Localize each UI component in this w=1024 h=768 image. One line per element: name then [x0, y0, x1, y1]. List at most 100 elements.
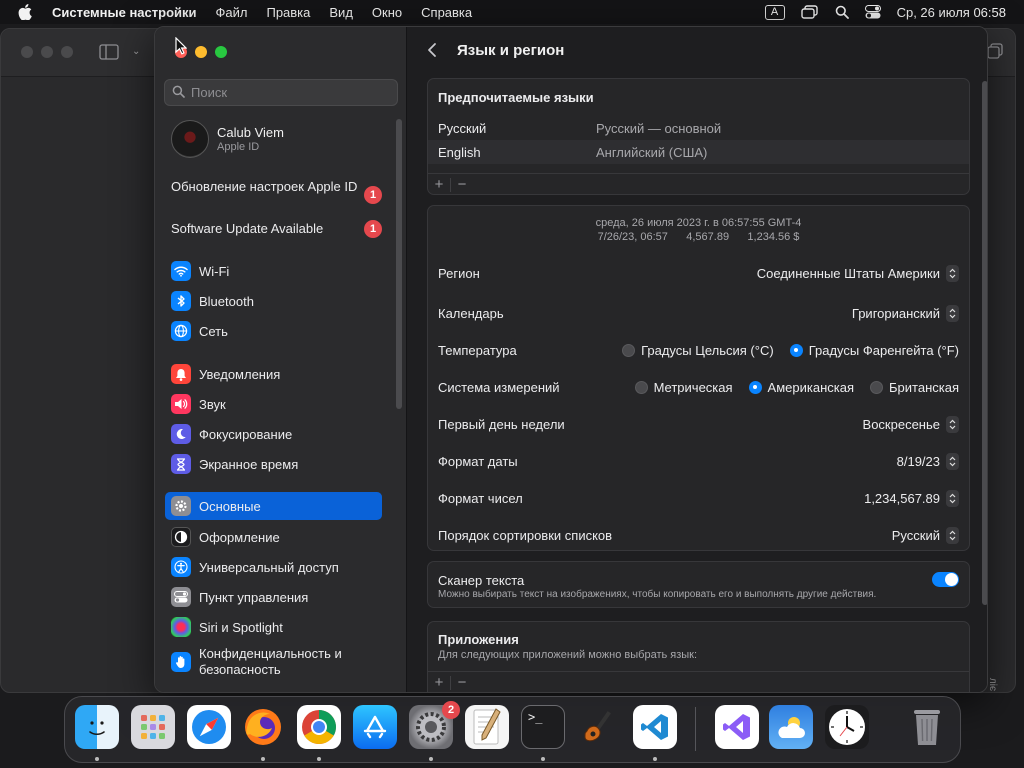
garageband-icon[interactable] [577, 705, 621, 749]
format-preview-numbers: 7/26/23, 06:57 4,567.89 1,234.56 $ [597, 231, 800, 243]
live-text-title: Сканер текста [438, 573, 525, 588]
search-icon [172, 85, 185, 101]
app-store-icon[interactable] [353, 705, 397, 749]
software-update-notice[interactable]: Software Update Available [171, 221, 391, 237]
visual-studio-icon[interactable] [715, 705, 759, 749]
input-source-indicator[interactable]: A [764, 4, 785, 20]
sidebar-item-appearance[interactable]: Оформление [165, 523, 382, 551]
background-window-traffic-lights[interactable] [21, 46, 73, 58]
page-title: Язык и регион [457, 42, 565, 59]
appearance-icon [171, 527, 191, 547]
hourglass-icon [171, 454, 191, 474]
content-scrollbar[interactable] [982, 81, 987, 605]
sidebar-item-privacy-security[interactable]: Конфиденциальность и безопасность [165, 645, 382, 679]
safari-icon[interactable] [187, 705, 231, 749]
spotlight-search-icon[interactable] [835, 5, 849, 19]
menu-file[interactable]: Файл [216, 5, 248, 20]
sidebar-item-network[interactable]: Сеть [165, 317, 382, 345]
metric-radio[interactable]: Метрическая [634, 379, 733, 395]
window-stack-icon[interactable] [800, 5, 819, 19]
sidebar-scrollbar[interactable] [396, 119, 402, 409]
first-day-popup[interactable]: Воскресенье [863, 415, 959, 433]
firefox-icon[interactable] [241, 705, 285, 749]
terminal-icon[interactable]: >_ [521, 705, 565, 749]
add-language-button[interactable]: + [428, 176, 450, 193]
us-radio[interactable]: Американская [748, 380, 854, 395]
sidebar-item-wifi[interactable]: Wi-Fi [165, 257, 382, 285]
radio-button [622, 343, 636, 357]
app-add-remove-bar: + − [428, 671, 969, 692]
sidebar-item-label: Звук [199, 396, 226, 412]
sidebar-item-accessibility[interactable]: Универсальный доступ [165, 553, 382, 581]
menu-edit[interactable]: Правка [266, 5, 310, 20]
chevron-down-icon[interactable]: ⌄ [132, 46, 140, 57]
menu-window[interactable]: Окно [372, 5, 402, 20]
date-format-popup[interactable]: 8/19/23 [897, 452, 959, 470]
sidebar-item-label: Конфиденциальность и безопасность [199, 646, 342, 677]
apple-menu-icon[interactable] [18, 4, 34, 20]
uk-radio[interactable]: Британская [870, 380, 959, 395]
number-format-popup[interactable]: 1,234,567.89 [864, 489, 959, 507]
temperature-row: Температура Градусы Цельсия (°C) Градусы… [438, 338, 959, 362]
region-popup[interactable]: Соединенные Штаты Америки [757, 264, 959, 282]
bell-icon [171, 364, 191, 384]
temperature-label: Температура [438, 342, 517, 358]
sidebar-toggle-icon[interactable] [99, 44, 119, 63]
zoom-window-button[interactable] [215, 46, 227, 58]
celsius-radio[interactable]: Градусы Цельсия (°C) [622, 343, 774, 358]
menu-clock[interactable]: Ср, 26 июля 06:58 [897, 5, 1006, 20]
language-row-english[interactable]: English Английский (США) [428, 140, 969, 164]
sort-order-popup[interactable]: Русский [892, 526, 959, 544]
format-preview-date: среда, 26 июля 2023 г. в 06:57:55 GMT-4 [595, 217, 802, 229]
content-titlebar: Язык и регион [407, 27, 987, 75]
remove-app-button[interactable]: − [451, 674, 473, 691]
dock: 2 >_ [64, 696, 961, 763]
vscode-icon[interactable] [633, 705, 677, 749]
menu-help[interactable]: Справка [421, 5, 472, 20]
finder-icon[interactable] [75, 705, 119, 749]
back-chevron-icon[interactable] [427, 42, 437, 61]
chrome-icon[interactable] [297, 705, 341, 749]
control-center-icon[interactable] [864, 5, 881, 19]
hand-icon [171, 652, 191, 672]
calendar-popup[interactable]: Григорианский [852, 304, 959, 322]
popup-chevrons-icon [946, 489, 959, 507]
sidebar-item-sound[interactable]: Звук [165, 390, 382, 418]
running-indicator [653, 757, 657, 761]
menu-bar: Системные настройки Файл Правка Вид Окно… [0, 0, 1024, 24]
language-desc: Русский — основной [596, 120, 722, 136]
sidebar-item-focus[interactable]: Фокусирование [165, 420, 382, 448]
remove-language-button[interactable]: − [451, 176, 473, 193]
apple-id-account[interactable]: Calub Viem Apple ID [171, 120, 284, 158]
sidebar-item-notifications[interactable]: Уведомления [165, 360, 382, 388]
radio-label: Градусы Фаренгейта (°F) [808, 342, 959, 358]
textedit-icon[interactable] [465, 705, 509, 749]
clock-icon[interactable] [825, 705, 869, 749]
sidebar-item-siri-spotlight[interactable]: Siri и Spotlight [165, 613, 382, 641]
weather-icon[interactable] [769, 705, 813, 749]
menu-view[interactable]: Вид [329, 5, 353, 20]
menu-app-name[interactable]: Системные настройки [52, 5, 197, 20]
trash-icon[interactable] [905, 705, 949, 749]
language-row-russian[interactable]: Русский Русский — основной [428, 116, 969, 140]
live-text-toggle[interactable] [932, 572, 959, 587]
launchpad-icon[interactable] [131, 705, 175, 749]
add-app-button[interactable]: + [428, 674, 450, 691]
running-indicator [541, 757, 545, 761]
system-settings-window: Calub Viem Apple ID Обновление настроек … [154, 26, 988, 693]
sidebar-item-bluetooth[interactable]: Bluetooth [165, 287, 382, 315]
minimize-window-button[interactable] [195, 46, 207, 58]
running-indicator [95, 757, 99, 761]
radio-label: Метрическая [653, 379, 733, 395]
copy-icon[interactable] [987, 43, 1003, 62]
language-name: Русский [438, 120, 487, 136]
search-input[interactable] [191, 85, 391, 100]
mouse-cursor-icon [175, 36, 188, 58]
search-field[interactable] [164, 79, 398, 106]
fahrenheit-radio[interactable]: Градусы Фаренгейта (°F) [789, 342, 959, 358]
sidebar-item-control-center[interactable]: Пункт управления [165, 583, 382, 611]
background-window-side-text: ліє [986, 677, 998, 692]
sidebar-item-screen-time[interactable]: Экранное время [165, 450, 382, 478]
sidebar-item-general[interactable]: Основные [165, 492, 382, 520]
apple-id-update-notice[interactable]: Обновление настроек Apple ID [171, 179, 391, 195]
